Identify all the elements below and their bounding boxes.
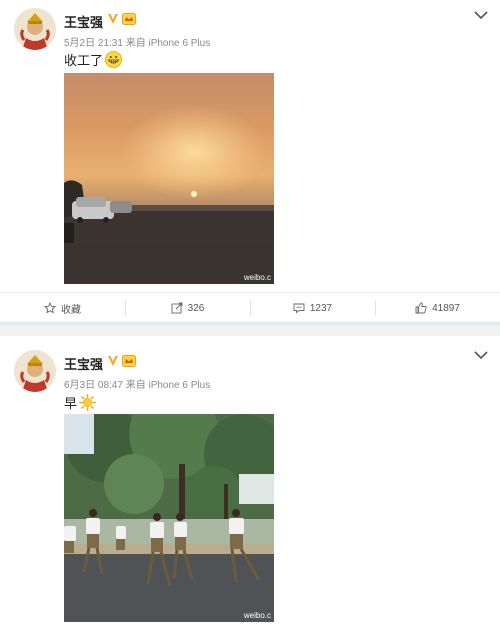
- grinning-emoji-icon: [105, 51, 122, 68]
- repost-count: 326: [187, 302, 205, 314]
- repost-icon: [171, 302, 183, 314]
- vip-crown-icon: [122, 355, 136, 367]
- sunset-image: [64, 73, 274, 284]
- weibo-post-2: 王宝强 6月3日 08:47 来自 iPhone 6 Plus 早 weibo.…: [0, 336, 500, 631]
- like-count: 41897: [432, 302, 460, 314]
- post-meta: 6月3日 08:47 来自 iPhone 6 Plus: [64, 380, 211, 391]
- post-photo-sunset[interactable]: weibo.c: [64, 73, 274, 284]
- weibo-post-1: 王宝强 5月2日 21:31 来自 iPhone 6 Plus 收工了 weib…: [0, 0, 500, 322]
- favorite-label: 收藏: [61, 304, 81, 316]
- comment-button[interactable]: 1237: [250, 293, 375, 323]
- favorite-button[interactable]: 收藏: [0, 293, 125, 323]
- post-separator: [0, 322, 500, 336]
- avatar[interactable]: [14, 8, 56, 50]
- vip-crown-icon: [122, 13, 136, 25]
- chevron-down-icon[interactable]: [474, 350, 488, 360]
- post-text: 早: [64, 393, 96, 412]
- post-photo-running[interactable]: weibo.c: [64, 414, 274, 622]
- post-meta: 5月2日 21:31 来自 iPhone 6 Plus: [64, 38, 211, 49]
- post-text-content: 收工了: [64, 53, 104, 68]
- username[interactable]: 王宝强: [64, 12, 103, 31]
- avatar[interactable]: [14, 350, 56, 392]
- repost-button[interactable]: 326: [125, 293, 250, 323]
- chevron-down-icon[interactable]: [474, 10, 488, 20]
- watermark: weibo.c: [243, 611, 271, 620]
- username[interactable]: 王宝强: [64, 354, 103, 373]
- verified-badge-icon: [108, 356, 118, 366]
- action-bar: 收藏 326 1237 41897: [0, 292, 500, 323]
- like-button[interactable]: 41897: [375, 293, 500, 323]
- post-text-content: 早: [64, 396, 78, 411]
- running-image: [64, 414, 274, 622]
- post-text: 收工了: [64, 50, 122, 69]
- star-icon: [44, 302, 56, 314]
- comment-icon: [293, 303, 305, 314]
- comment-count: 1237: [309, 302, 333, 314]
- thumbs-up-icon: [415, 302, 427, 314]
- sun-emoji-icon: [79, 394, 96, 411]
- watermark: weibo.c: [243, 273, 271, 282]
- verified-badge-icon: [108, 14, 118, 24]
